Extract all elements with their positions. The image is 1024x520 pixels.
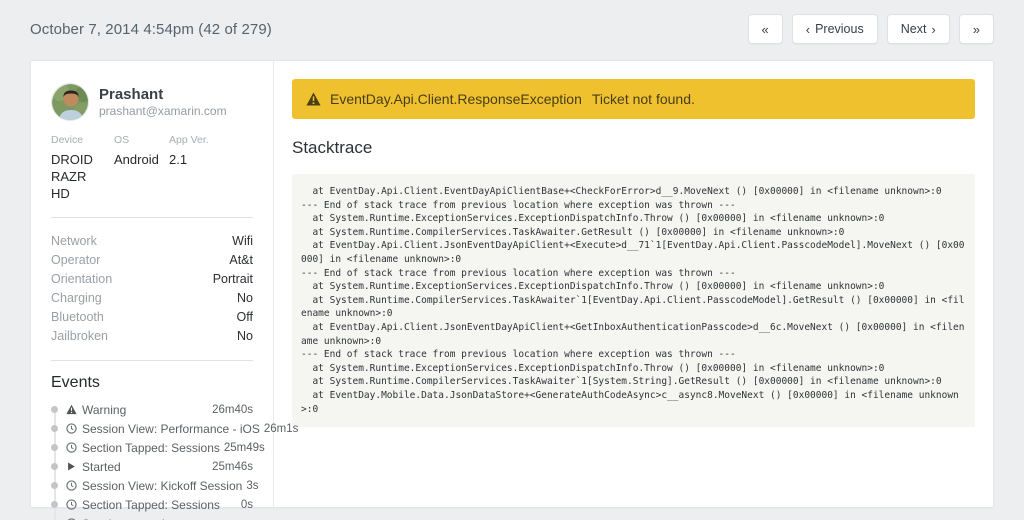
clock-icon: [66, 499, 77, 510]
event-label: Section Tapped: Sessions: [82, 497, 220, 512]
os-label: OS: [114, 134, 130, 146]
warning-icon: [306, 92, 321, 106]
event-duration: 26m40s: [212, 403, 253, 416]
session-sidebar: Prashant prashant@xamarin.com Device DRO…: [31, 61, 298, 520]
detail-row-bluetooth: Bluetooth Off: [51, 307, 253, 326]
detail-value: No: [237, 328, 253, 343]
detail-label: Network: [51, 233, 97, 248]
timeline-dot: [51, 482, 58, 489]
chevron-left-icon: ‹: [805, 21, 811, 37]
exception-banner: EventDay.Api.Client.ResponseException Ti…: [292, 79, 975, 119]
stacktrace-code: at EventDay.Api.Client.EventDayApiClient…: [292, 174, 975, 428]
event-duration: 0s: [240, 498, 253, 511]
timeline-dot: [51, 425, 58, 432]
timeline-dot: [51, 501, 58, 508]
previous-button[interactable]: ‹ Previous: [791, 14, 878, 44]
chevron-right-icon: ›: [931, 21, 936, 37]
avatar: [51, 83, 89, 121]
exception-message: Ticket not found.: [591, 91, 695, 107]
event-row: Session View: Kickoff Session 3s: [51, 476, 258, 495]
first-button[interactable]: «: [747, 14, 783, 44]
detail-row-charging: Charging No: [51, 288, 253, 307]
page-header: October 7, 2014 4:54pm (42 of 279) « ‹ P…: [0, 0, 1024, 58]
device-info-os: OS Android: [114, 134, 169, 202]
crash-main-panel: EventDay.Api.Client.ResponseException Ti…: [274, 61, 993, 507]
next-button-label: Next: [900, 22, 927, 36]
appver-value: 2.1: [169, 152, 188, 167]
detail-value: No: [237, 290, 253, 305]
event-row: Started 25m46s: [51, 457, 253, 476]
event-label: Warning: [82, 402, 127, 417]
timeline-dot: [51, 463, 58, 470]
clock-icon: [66, 423, 77, 434]
event-row: Session started: [51, 514, 253, 520]
detail-value: Wifi: [232, 233, 253, 248]
event-row: Session View: Performance - iOS 26m1s: [51, 419, 298, 438]
detail-row-jailbroken: Jailbroken No: [51, 326, 253, 345]
pagination-controls: « ‹ Previous Next › »: [747, 14, 994, 44]
clock-icon: [66, 480, 77, 491]
event-duration: 3s: [246, 479, 259, 492]
detail-label: Charging: [51, 290, 102, 305]
detail-value: At&t: [229, 252, 253, 267]
clock-icon: [66, 442, 77, 453]
double-chevron-right-icon: »: [972, 21, 980, 37]
event-row: Section Tapped: Sessions 0s: [51, 495, 253, 514]
crash-detail-card: Prashant prashant@xamarin.com Device DRO…: [30, 60, 994, 520]
event-duration: 26m1s: [263, 422, 299, 435]
timeline-dot: [51, 406, 58, 413]
detail-label: Bluetooth: [51, 309, 104, 324]
event-label: Section Tapped: Sessions: [82, 440, 220, 455]
user-email: prashant@xamarin.com: [99, 103, 227, 118]
detail-row-operator: Operator At&t: [51, 250, 253, 269]
detail-label: Jailbroken: [51, 328, 108, 343]
detail-value: Portrait: [212, 271, 253, 286]
warning-icon: [66, 404, 77, 415]
device-info: Device DROID RAZR HD OS Android App Ver.…: [51, 134, 253, 202]
divider: [51, 217, 253, 218]
event-duration: 25m46s: [212, 460, 253, 473]
events-timeline: Warning 26m40s Session View: Performance…: [51, 400, 298, 520]
event-label: Session View: Kickoff Session: [82, 478, 243, 493]
session-details-list: Network Wifi Operator At&t Orientation P…: [51, 231, 253, 345]
user-identity: Prashant prashant@xamarin.com: [99, 86, 227, 119]
previous-button-label: Previous: [815, 22, 864, 36]
appver-label: App Ver.: [169, 134, 209, 146]
user-name: Prashant: [99, 85, 164, 103]
user-profile: Prashant prashant@xamarin.com: [51, 83, 253, 121]
double-chevron-left-icon: «: [761, 21, 769, 37]
play-icon: [66, 461, 77, 472]
device-label: Device: [51, 134, 84, 146]
timeline-dot: [51, 444, 58, 451]
crash-date-label: October 7, 2014 4:54pm (42 of 279): [30, 20, 272, 38]
event-duration: 25m49s: [223, 441, 265, 454]
event-row: Section Tapped: Sessions 25m49s: [51, 438, 265, 457]
exception-type: EventDay.Api.Client.ResponseException: [330, 91, 582, 107]
event-row: Warning 26m40s: [51, 400, 253, 419]
last-button[interactable]: »: [958, 14, 994, 44]
device-info-device: Device DROID RAZR HD: [51, 134, 114, 202]
stacktrace-title: Stacktrace: [292, 138, 373, 157]
device-value: DROID RAZR HD: [51, 152, 93, 201]
event-label: Session started: [82, 517, 249, 520]
os-value: Android: [114, 152, 159, 167]
detail-value: Off: [236, 309, 253, 324]
divider: [51, 360, 253, 361]
event-label: Started: [82, 459, 121, 474]
detail-label: Orientation: [51, 271, 113, 286]
event-label: Session View: Performance - iOS: [82, 421, 260, 436]
events-title: Events: [51, 374, 100, 391]
device-info-appver: App Ver. 2.1: [169, 134, 217, 202]
next-button[interactable]: Next ›: [886, 14, 950, 44]
detail-row-network: Network Wifi: [51, 231, 253, 250]
detail-row-orientation: Orientation Portrait: [51, 269, 253, 288]
detail-label: Operator: [51, 252, 101, 267]
